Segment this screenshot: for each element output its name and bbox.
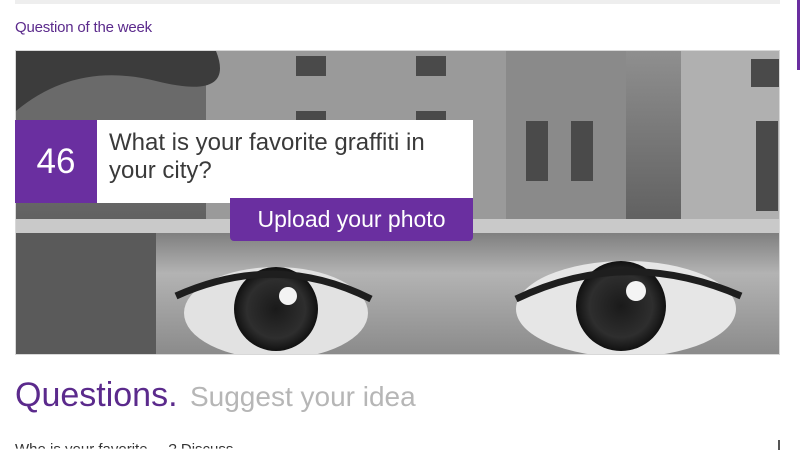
questions-title: Questions. <box>15 376 178 414</box>
question-text: What is your favorite graffiti in your c… <box>97 120 473 203</box>
suggest-idea-link[interactable]: Suggest your idea <box>190 381 416 412</box>
top-divider <box>15 0 780 4</box>
questions-heading: Questions. Suggest your idea <box>15 376 416 420</box>
question-number: 46 <box>15 120 97 203</box>
section-label: Question of the week <box>15 19 152 36</box>
scroll-indicator <box>778 440 780 450</box>
question-card: 46 What is your favorite graffiti in you… <box>15 120 473 203</box>
upload-photo-button[interactable]: Upload your photo <box>230 198 473 241</box>
